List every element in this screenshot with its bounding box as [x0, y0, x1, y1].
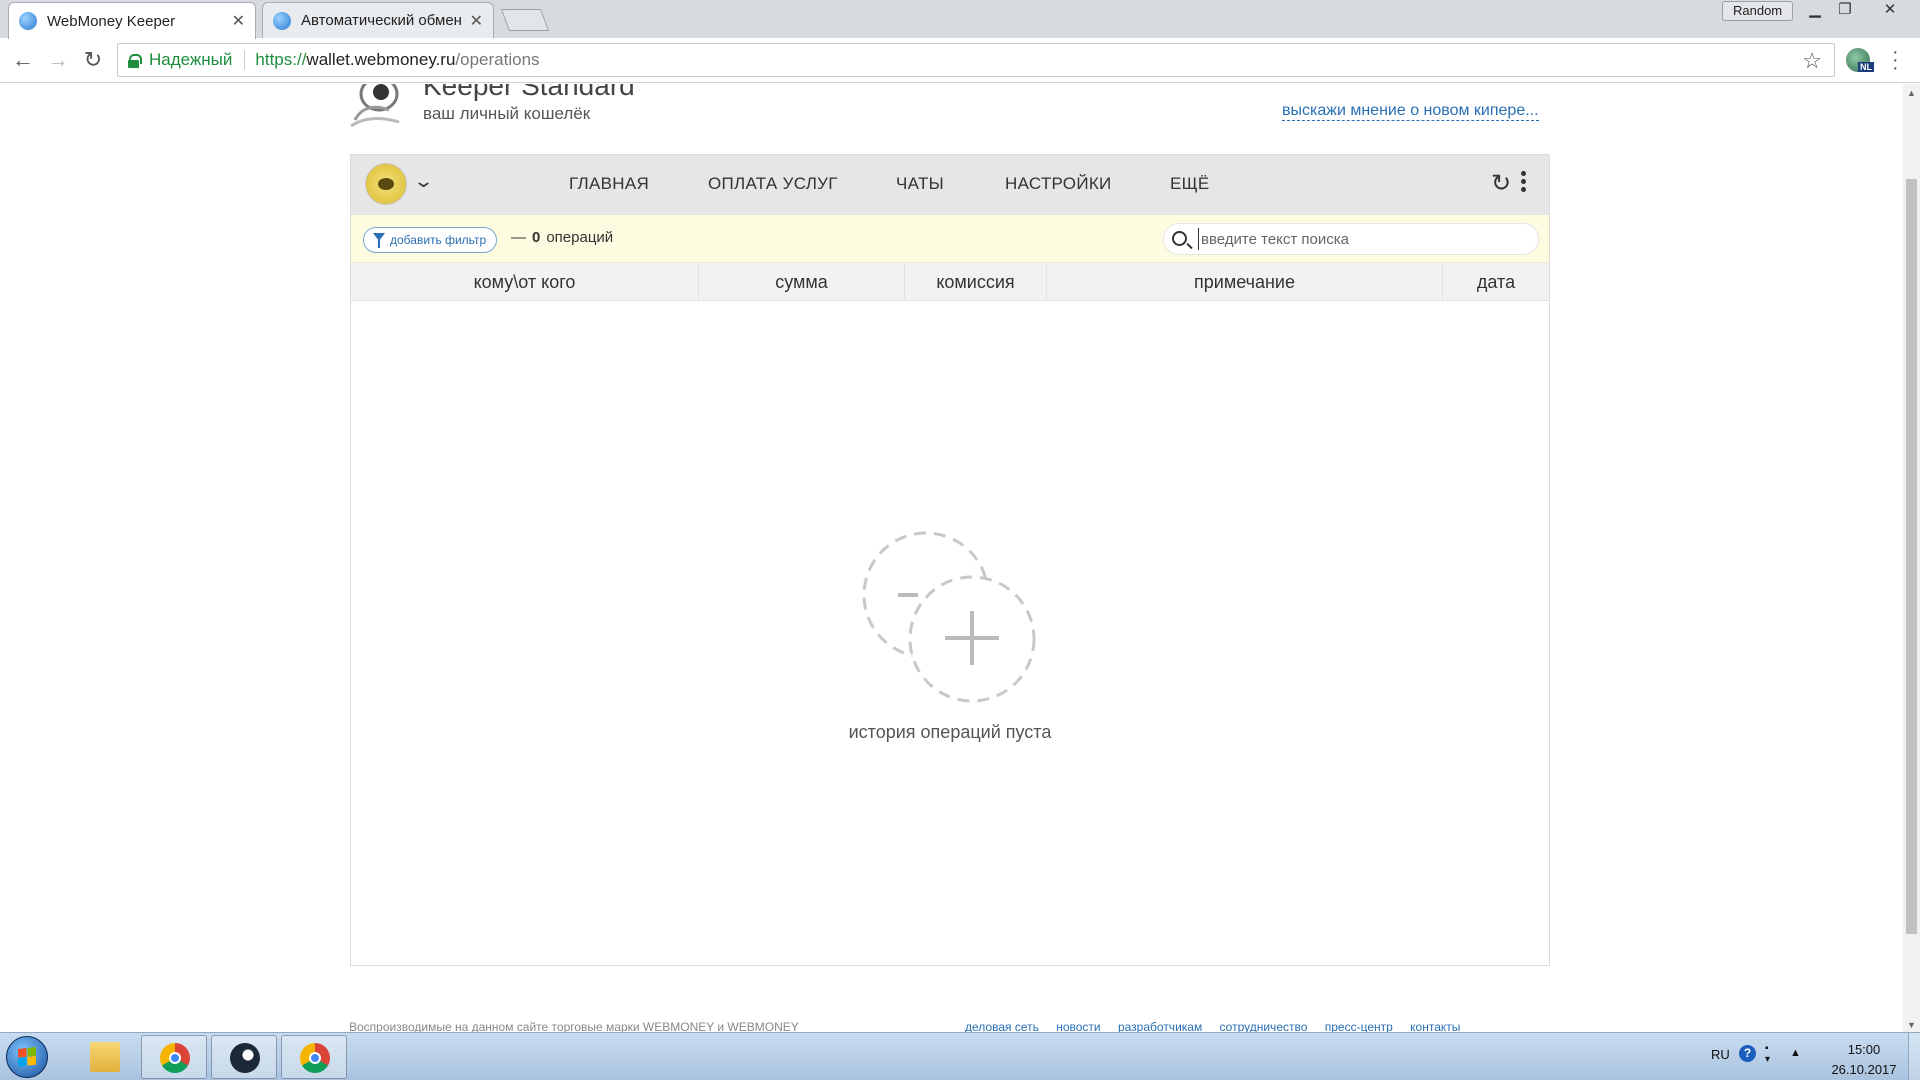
taskbar-chrome-1[interactable] — [141, 1035, 207, 1079]
footer-link[interactable]: новости — [1056, 1020, 1100, 1032]
column-header-amount[interactable]: сумма — [699, 263, 905, 301]
help-icon[interactable]: ? — [1739, 1045, 1756, 1062]
taskbar-explorer[interactable] — [72, 1035, 138, 1079]
start-button[interactable] — [6, 1036, 48, 1078]
secure-label: Надежный — [149, 50, 233, 69]
browser-menu-icon[interactable]: · · · — [1892, 42, 1899, 78]
taskbar-chrome-2[interactable] — [281, 1035, 347, 1079]
url-scheme: https:// — [255, 50, 307, 69]
table-header: кому\от кого сумма комиссия примечание д… — [351, 263, 1549, 301]
show-hidden-icons-icon[interactable]: ▲ — [1790, 1047, 1801, 1059]
webmoney-logo-icon — [350, 84, 400, 128]
tab-auto-exchange[interactable]: Автоматический обмен ✕ — [262, 2, 494, 38]
extension-badge: NL — [1858, 62, 1874, 72]
network-icon[interactable]: ▪ ▾ — [1765, 1043, 1770, 1065]
close-window-icon[interactable]: ✕ — [1870, 1, 1910, 21]
steam-icon — [230, 1043, 260, 1073]
forward-arrow-icon[interactable]: → — [43, 46, 73, 76]
url-host: wallet.webmoney.ru — [306, 50, 456, 69]
column-header-date[interactable]: дата — [1443, 263, 1549, 301]
footer-link[interactable]: сотрудничество — [1220, 1020, 1308, 1032]
footer-link[interactable]: деловая сеть — [965, 1020, 1039, 1032]
footer-link[interactable]: разработчикам — [1118, 1020, 1202, 1032]
column-header-commission[interactable]: комиссия — [905, 263, 1047, 301]
globe-icon — [19, 12, 37, 30]
show-desktop-button[interactable] — [1908, 1033, 1920, 1080]
profile-button[interactable]: Random — [1722, 1, 1794, 21]
restore-icon[interactable]: ❐ — [1825, 1, 1865, 21]
footer-trademark-text: Воспроизводимые на данном сайте торговые… — [349, 1020, 799, 1032]
column-header-counterparty[interactable]: кому\от кого — [351, 263, 699, 301]
bookmark-star-icon[interactable]: ☆ — [1802, 48, 1822, 74]
close-icon[interactable]: ✕ — [232, 11, 245, 31]
globe-icon — [273, 11, 291, 30]
ops-dash: — — [511, 229, 526, 246]
operations-panel: ⌄ ГЛАВНАЯ ОПЛАТА УСЛУГ ЧАТЫ НАСТРОЙКИ ЕЩ… — [350, 154, 1550, 966]
nav-chats[interactable]: ЧАТЫ — [896, 174, 944, 194]
divider — [244, 50, 246, 70]
chrome-icon — [300, 1043, 330, 1073]
clock-time: 15:00 — [1847, 1042, 1881, 1057]
avatar[interactable] — [365, 163, 407, 205]
tab-webmoney-keeper[interactable]: WebMoney Keeper ✕ — [8, 2, 256, 39]
clock[interactable]: 15:00 26.10.2017 — [1824, 1040, 1904, 1080]
footer-link[interactable]: пресс-центр — [1325, 1020, 1393, 1032]
chevron-down-icon[interactable]: ⌄ — [413, 171, 434, 192]
nav-more[interactable]: ЕЩЁ — [1170, 174, 1210, 194]
taskbar-steam[interactable] — [211, 1035, 277, 1079]
url-path: /operations — [455, 50, 540, 69]
browser-toolbar: ← → ↻ Надежный https:// wallet.webmoney.… — [0, 38, 1920, 83]
close-icon[interactable]: ✕ — [470, 11, 483, 31]
empty-history-icon — [862, 531, 1036, 703]
column-header-note[interactable]: примечание — [1047, 263, 1443, 301]
tab-title: WebMoney Keeper — [47, 12, 176, 30]
reload-icon[interactable]: ↻ — [78, 46, 108, 76]
add-filter-button[interactable]: добавить фильтр — [363, 227, 498, 253]
address-bar[interactable]: Надежный https:// wallet.webmoney.ru /op… — [117, 43, 1835, 77]
ops-count-label: операций — [546, 229, 614, 246]
filter-icon — [373, 233, 385, 248]
tab-title: Автоматический обмен — [301, 12, 462, 29]
refresh-icon[interactable]: ↻ — [1491, 169, 1511, 198]
scroll-down-icon[interactable]: ▼ — [1907, 1020, 1916, 1030]
footer-links: деловая сеть новости разработчикам сотру… — [965, 1020, 1474, 1032]
add-filter-label: добавить фильтр — [390, 233, 487, 247]
clock-date: 26.10.2017 — [1831, 1062, 1897, 1077]
app-header: ⌄ ГЛАВНАЯ ОПЛАТА УСЛУГ ЧАТЫ НАСТРОЙКИ ЕЩ… — [351, 155, 1549, 215]
page-viewport: Keeper Standard ваш личный кошелёк выска… — [0, 84, 1920, 1032]
nav-settings[interactable]: НАСТРОЙКИ — [1005, 174, 1112, 194]
search-box — [1163, 223, 1539, 255]
nav-main[interactable]: ГЛАВНАЯ — [569, 174, 649, 194]
scrollbar-thumb[interactable] — [1906, 179, 1917, 934]
brand-subtitle: ваш личный кошелёк — [423, 104, 591, 123]
filter-bar: добавить фильтр — 0 операций — [351, 215, 1549, 263]
search-icon — [1172, 231, 1187, 246]
page-scrollbar[interactable]: ▲ ▼ — [1903, 84, 1920, 1032]
brand-title: Keeper Standard — [423, 84, 635, 101]
lock-icon — [128, 53, 142, 68]
ops-count-value: 0 — [532, 229, 541, 246]
footer-link[interactable]: контакты — [1410, 1020, 1460, 1032]
operations-count: — 0 операций — [511, 229, 613, 246]
browser-tabstrip: WebMoney Keeper ✕ Автоматический обмен ✕… — [0, 0, 1920, 39]
new-tab-button[interactable] — [500, 9, 550, 31]
search-input[interactable] — [1198, 228, 1528, 250]
folder-icon — [90, 1042, 120, 1072]
empty-history-message: история операций пуста — [848, 722, 1052, 742]
scroll-up-icon[interactable]: ▲ — [1907, 88, 1916, 98]
feedback-link[interactable]: выскажи мнение о новом кипере... — [1282, 102, 1539, 121]
nav-payments[interactable]: ОПЛАТА УСЛУГ — [708, 174, 838, 194]
more-vertical-icon[interactable] — [1521, 171, 1527, 195]
taskbar: RU ? ▪ ▾ ▲ 15:00 26.10.2017 — [0, 1032, 1920, 1080]
chrome-icon — [160, 1043, 190, 1073]
language-indicator[interactable]: RU — [1711, 1047, 1730, 1062]
back-arrow-icon[interactable]: ← — [8, 46, 38, 76]
